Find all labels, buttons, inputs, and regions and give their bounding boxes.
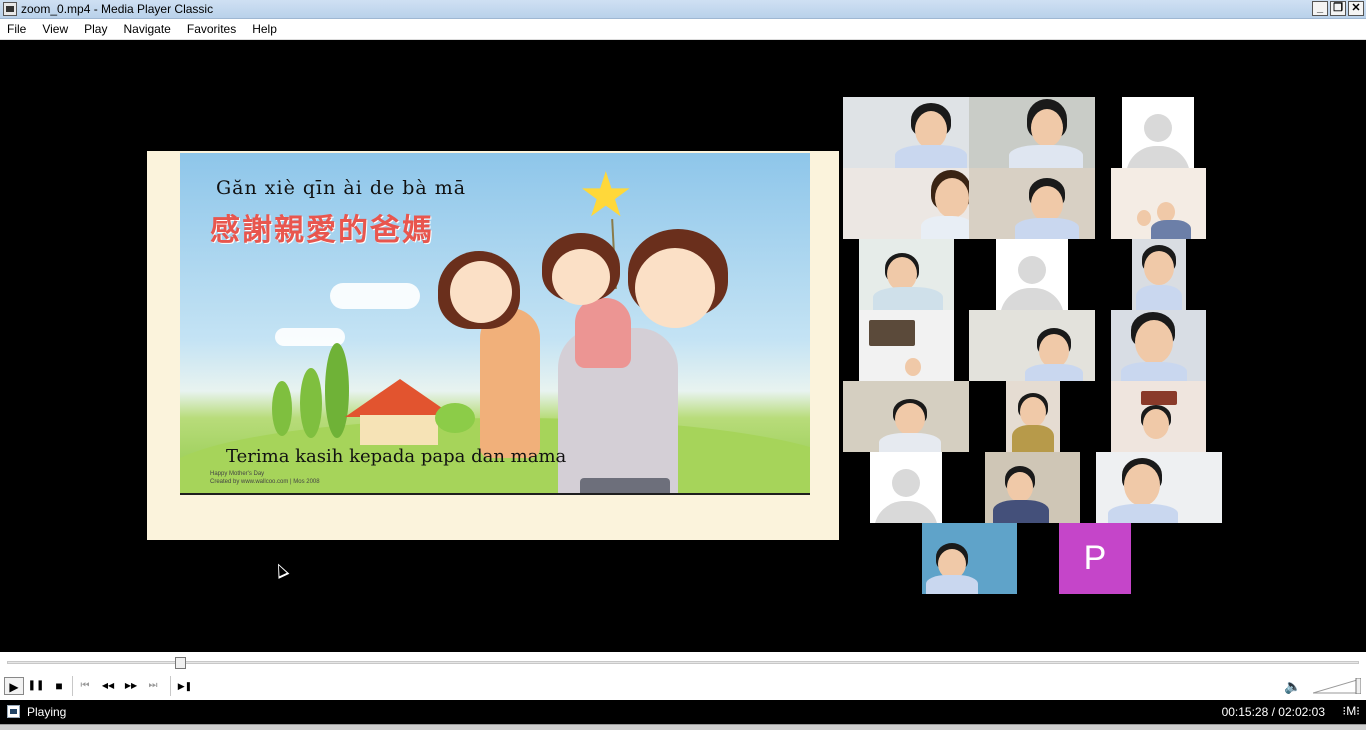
participant-tile[interactable]: [1096, 452, 1222, 523]
menu-help[interactable]: Help: [244, 22, 285, 36]
participant-tile[interactable]: [843, 168, 969, 239]
participant-tile[interactable]: [843, 381, 969, 452]
next-button[interactable]: ⏭: [143, 677, 163, 695]
child-figure: [575, 298, 631, 368]
participant-tile[interactable]: [922, 523, 1017, 594]
stop-button[interactable]: ■: [49, 677, 69, 695]
participant-tile[interactable]: [1111, 310, 1206, 381]
seek-bar[interactable]: [7, 661, 1359, 664]
separator: [72, 676, 73, 696]
bush: [435, 403, 475, 433]
user-icon: [1018, 256, 1046, 284]
frame-step-button[interactable]: ▶❚: [175, 677, 195, 695]
menu-bar: File View Play Navigate Favorites Help: [0, 19, 1366, 40]
status-file-icon: [7, 705, 20, 718]
menu-navigate[interactable]: Navigate: [115, 22, 178, 36]
seek-thumb[interactable]: [174, 657, 186, 669]
shared-slide: ★ Găn xiè qīn ài de bà mā 感謝親愛的爸媽 Terima…: [147, 151, 839, 540]
slide-illustration: ★ Găn xiè qīn ài de bà mā 感謝親愛的爸媽 Terima…: [180, 153, 810, 495]
participant-tile[interactable]: [1132, 239, 1186, 310]
mother-face: [450, 261, 512, 323]
participant-tile[interactable]: [969, 168, 1095, 239]
cloud: [330, 283, 420, 309]
slide-malay: Terima kasih kepada papa dan mama: [226, 446, 567, 467]
participant-initial-avatar[interactable]: P: [1059, 523, 1131, 594]
status-bar: Playing 00:15:28 / 02:02:03 ⁝M⁝: [0, 700, 1366, 724]
father-face: [635, 248, 715, 328]
title-bar: zoom_0.mp4 - Media Player Classic _ ❐ ✕: [0, 0, 1366, 19]
menu-favorites[interactable]: Favorites: [179, 22, 244, 36]
participant-tile[interactable]: [985, 452, 1080, 523]
separator: [170, 676, 171, 696]
participant-tile[interactable]: [859, 239, 954, 310]
fast-forward-button[interactable]: ▶▶: [121, 677, 141, 695]
participant-tile-video-off[interactable]: [1122, 97, 1194, 168]
window-title: zoom_0.mp4 - Media Player Classic: [21, 2, 214, 16]
time-display: 00:15:28 / 02:02:03: [1221, 705, 1325, 719]
previous-button[interactable]: ⏮: [75, 677, 95, 695]
seek-area: [0, 652, 1366, 672]
mother-figure: [480, 308, 540, 458]
slide-chinese: 感謝親愛的爸媽: [210, 214, 434, 247]
close-button[interactable]: ✕: [1348, 1, 1364, 16]
slide-credit: Happy Mother's Day: [210, 471, 265, 477]
restore-button[interactable]: ❐: [1330, 1, 1346, 16]
audio-mode-icon: ⁝M⁝: [1342, 704, 1360, 718]
father-legs: [580, 478, 670, 493]
rewind-button[interactable]: ◀◀: [98, 677, 118, 695]
volume-icon[interactable]: 🔈: [1284, 677, 1301, 695]
window-buttons: _ ❐ ✕: [1312, 1, 1364, 16]
participant-tile-video-off[interactable]: [996, 239, 1068, 310]
participant-tile[interactable]: [1006, 381, 1060, 452]
user-icon: [892, 469, 920, 497]
mouse-cursor-icon: [272, 561, 290, 579]
star-icon: ★: [578, 161, 634, 230]
volume-slider[interactable]: [1313, 678, 1361, 694]
participant-tile[interactable]: [969, 97, 1095, 168]
minimize-button[interactable]: _: [1312, 1, 1328, 16]
menu-file[interactable]: File: [0, 22, 34, 36]
participant-tile[interactable]: [843, 97, 969, 168]
participant-tile[interactable]: [1111, 381, 1206, 452]
tree: [272, 381, 292, 436]
participant-gallery: P: [843, 97, 1222, 594]
participant-tile[interactable]: [859, 310, 954, 381]
pause-button[interactable]: ❚❚: [26, 677, 46, 695]
play-button[interactable]: ▶: [4, 677, 24, 695]
slide-pinyin: Găn xiè qīn ài de bà mā: [216, 177, 467, 199]
tree: [300, 368, 322, 438]
taskbar-edge: [0, 724, 1366, 730]
playback-status: Playing: [27, 705, 67, 719]
child-face: [552, 249, 610, 305]
house: [360, 415, 438, 445]
volume-thumb[interactable]: [1355, 678, 1361, 694]
menu-view[interactable]: View: [34, 22, 76, 36]
user-icon: [1144, 114, 1172, 142]
playback-controls: ▶ ❚❚ ■ ⏮ ◀◀ ▶▶ ⏭ ▶❚ 🔈: [0, 672, 1366, 700]
participant-tile-video-off[interactable]: [870, 452, 942, 523]
participant-tile[interactable]: [1111, 168, 1206, 239]
video-area[interactable]: ★ Găn xiè qīn ài de bà mā 感謝親愛的爸媽 Terima…: [0, 41, 1366, 652]
participant-tile[interactable]: [969, 310, 1095, 381]
app-icon[interactable]: [3, 2, 17, 16]
menu-play[interactable]: Play: [76, 22, 115, 36]
slide-credit-2: Created by www.wallcoo.com | Mos 2008: [210, 479, 320, 485]
